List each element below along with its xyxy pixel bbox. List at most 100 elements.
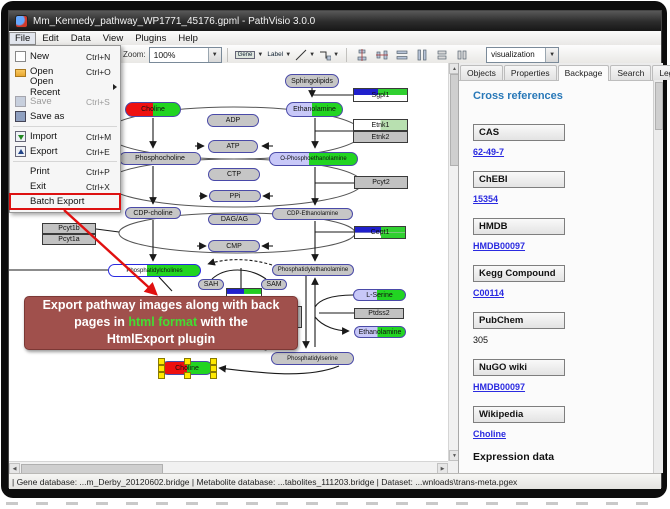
tab-properties[interactable]: Properties [504,65,557,80]
menu-edit[interactable]: Edit [36,32,64,45]
node-ctp[interactable]: CTP [208,168,260,181]
section-header: NuGO wiki [473,359,565,376]
node-cept1[interactable]: Cept1 [354,226,406,239]
file-menu-item-batch-export[interactable]: Batch Export [10,194,120,209]
node-phosphatidylserine[interactable]: Phosphatidylserine [271,352,354,365]
selection-handle[interactable] [158,365,165,372]
gene-type-dropdown[interactable]: Gene▼ [234,46,265,64]
tab-backpage[interactable]: Backpage [558,65,610,81]
canvas-vertical-scrollbar[interactable]: ▲ ▼ [448,63,458,461]
file-menu-item-new[interactable]: NewCtrl+N [10,49,120,64]
xref-link[interactable]: 15354 [473,194,654,204]
menu-file[interactable]: File [9,32,36,45]
canvas-horizontal-scrollbar[interactable]: ◀ ▶ [9,461,448,473]
node-atp[interactable]: ATP [208,140,258,153]
selection-handle[interactable] [158,372,165,379]
node-dag-ag[interactable]: DAG/AG [208,214,261,225]
node-phosphocholine[interactable]: Phosphocholine [119,152,201,165]
node-pcyt1a[interactable]: Pcyt1a [42,234,96,245]
node-choline[interactable]: Choline [125,102,181,117]
sidebar-scrollbar[interactable] [653,80,663,473]
node-etnk1[interactable]: Etnk1 [353,119,408,131]
side-panel: ObjectsPropertiesBackpageSearchLegend Cr… [458,63,663,473]
stack-vertical-icon [436,49,448,61]
node-pcyt1b[interactable]: Pcyt1b [42,223,96,234]
xref-link[interactable]: 62-49-7 [473,147,654,157]
selection-handle[interactable] [184,358,191,365]
saveas-icon [15,111,26,122]
node-sam[interactable]: SAM [261,279,287,290]
node-cdp-ethanolamine[interactable]: CDP-Ethanolamine [272,208,353,220]
submenu-arrow-icon [113,84,117,90]
menu-item-shortcut: Ctrl+X [86,182,120,192]
node-l-serine[interactable]: L-Serine [353,289,406,301]
backpage-section-cas: CAS62-49-7 [473,122,654,157]
visualization-combo[interactable]: visualization ▼ [486,47,559,63]
label-type-dropdown[interactable]: Label▼ [266,46,292,64]
selection-handle[interactable] [210,358,217,365]
file-menu-item-exit[interactable]: ExitCtrl+X [10,179,120,194]
align-middle-icon [376,49,388,61]
menu-data[interactable]: Data [65,32,97,45]
node-phosphatidylethanolamine[interactable]: Phosphatidylethanolamine [272,264,354,276]
node-cdp-choline[interactable]: CDP-choline [125,207,181,219]
file-menu-item-open-recent[interactable]: Open Recent [10,79,120,94]
chevron-down-icon: ▼ [333,52,339,58]
stack-horizontal-icon [456,49,468,61]
stack-horizontal-button[interactable] [453,46,471,64]
selection-handle[interactable] [158,358,165,365]
chevron-down-icon[interactable]: ▼ [545,48,558,62]
node-sah[interactable]: SAH [198,279,224,290]
node-ptdss2[interactable]: Ptdss2 [354,308,404,319]
file-menu-item-print[interactable]: PrintCtrl+P [10,164,120,179]
xref-link[interactable]: HMDB00097 [473,382,654,392]
selection-handle[interactable] [210,372,217,379]
file-menu-item-save-as[interactable]: Save as [10,109,120,124]
toolbar-separator [227,48,228,62]
node-pcyt2[interactable]: Pcyt2 [354,176,408,189]
stack-vertical-button[interactable] [433,46,451,64]
distribute-horizontal-button[interactable] [393,46,411,64]
xref-link[interactable]: HMDB00097 [473,241,654,251]
distribute-vertical-button[interactable] [413,46,431,64]
file-menu: NewCtrl+NOpenCtrl+OOpen RecentSaveCtrl+S… [9,45,121,213]
tab-search[interactable]: Search [610,65,651,80]
section-header: ChEBI [473,171,565,188]
sidebar-scroll-thumb[interactable] [655,82,663,130]
menu-plugins[interactable]: Plugins [129,32,172,45]
menu-item-label: Exit [30,181,86,192]
connector-tool-dropdown[interactable]: ▼ [318,46,340,64]
menu-item-shortcut: Ctrl+M [86,132,120,142]
file-menu-item-export[interactable]: ExportCtrl+E [10,144,120,159]
node-etnk2[interactable]: Etnk2 [353,131,408,143]
window-title: Mm_Kennedy_pathway_WP1771_45176.gpml - P… [33,16,315,27]
torn-edge-decoration [6,502,664,505]
node-ethanolamine[interactable]: Ethanolamine [286,102,343,117]
chevron-down-icon: ▼ [257,52,263,58]
node-cmp[interactable]: CMP [208,240,260,252]
file-menu-item-import[interactable]: ImportCtrl+M [10,129,120,144]
menu-help[interactable]: Help [172,32,204,45]
line-tool-dropdown[interactable]: ▼ [294,46,316,64]
align-middle-button[interactable] [373,46,391,64]
xref-link[interactable]: C00114 [473,288,654,298]
node-sphingolipids[interactable]: Sphingolipids [285,74,339,88]
menu-item-label: Export [30,146,86,157]
tab-objects[interactable]: Objects [460,65,503,80]
zoom-combo[interactable]: 100% ▼ [149,47,222,63]
tab-legend[interactable]: Legend [652,65,670,80]
backpage-section-chebi: ChEBI 15354 [473,169,654,204]
node-phosphatidylcholines[interactable]: Phosphatidylcholines [108,264,201,277]
node-ethanolamine-2[interactable]: Ethanolamine [354,326,406,338]
menu-view[interactable]: View [97,32,129,45]
align-center-button[interactable] [353,46,371,64]
node-o-phosphoethanolamine[interactable]: O-Phosphoethanolamine [269,152,358,166]
chevron-down-icon[interactable]: ▼ [208,48,221,62]
node-ppi[interactable]: PPi [209,190,261,202]
node-adp[interactable]: ADP [207,114,259,127]
selection-handle[interactable] [210,365,217,372]
xref-link[interactable]: Choline [473,429,654,439]
backpage-sections: CAS62-49-7ChEBI15354HMDBHMDB00097Kegg Co… [473,122,654,439]
selection-handle[interactable] [184,372,191,379]
node-sgpl1[interactable]: Sgpl1 [353,88,408,102]
